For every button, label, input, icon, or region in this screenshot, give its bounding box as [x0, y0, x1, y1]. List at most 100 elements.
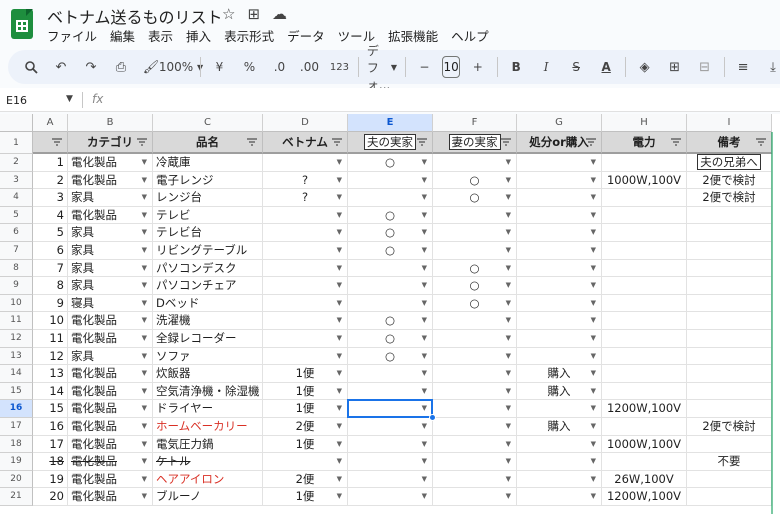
dropdown-arrow-icon[interactable]: ▼ — [337, 436, 342, 454]
cell-d[interactable]: ▼ — [263, 277, 348, 295]
dropdown-arrow-icon[interactable]: ▼ — [506, 488, 511, 506]
cell-a[interactable]: 17 — [33, 435, 68, 454]
dropdown-arrow-icon[interactable]: ▼ — [142, 295, 147, 313]
cell-h[interactable]: 1200W,100V — [602, 488, 687, 506]
cell-c[interactable]: テレビ — [153, 206, 263, 225]
cell-i[interactable] — [687, 259, 772, 278]
cell-a[interactable]: 1 — [33, 154, 68, 172]
dropdown-arrow-icon[interactable]: ▼ — [591, 400, 596, 418]
dropdown-arrow-icon[interactable]: ▼ — [142, 471, 147, 489]
star-icon[interactable]: ☆ — [222, 5, 235, 23]
dropdown-arrow-icon[interactable]: ▼ — [591, 365, 596, 383]
cell-i[interactable] — [687, 470, 772, 489]
cell-c[interactable]: ヘアアイロン — [153, 470, 263, 489]
cell-h[interactable]: 26W,100V — [602, 470, 687, 489]
dropdown-arrow-icon[interactable]: ▼ — [422, 207, 427, 225]
undo-icon[interactable]: ↶ — [50, 55, 72, 79]
dropdown-arrow-icon[interactable]: ▼ — [337, 224, 342, 242]
cell-g[interactable]: ▼ — [517, 330, 602, 348]
row-header[interactable]: 16 — [0, 400, 33, 418]
row-header[interactable]: 17 — [0, 418, 33, 436]
cell-h[interactable]: 1200W,100V — [602, 400, 687, 418]
cell-b[interactable]: 電化製品 ▼ — [68, 312, 153, 330]
cell-a[interactable]: 3 — [33, 189, 68, 207]
dropdown-arrow-icon[interactable]: ▼ — [142, 418, 147, 436]
spreadsheet-grid[interactable]: A B C D E F G H I 1 カテゴリ 品名 ベトナム 夫の実家 妻の実家 処分or購入 電力 備考 2 1… — [0, 114, 780, 514]
dropdown-arrow-icon[interactable]: ▼ — [142, 277, 147, 295]
cell-h[interactable] — [602, 154, 687, 172]
decrease-decimal-button[interactable]: .0 — [268, 55, 290, 79]
cell-b[interactable]: 家具 ▼ — [68, 242, 153, 260]
dropdown-arrow-icon[interactable]: ▼ — [591, 277, 596, 295]
cell-i[interactable] — [687, 206, 772, 225]
dropdown-arrow-icon[interactable]: ▼ — [337, 365, 342, 383]
cell-d[interactable]: 1便 ▼ — [263, 382, 348, 401]
cell-a[interactable]: 9 — [33, 294, 68, 313]
cell-d[interactable]: ▼ — [263, 206, 348, 225]
dropdown-arrow-icon[interactable]: ▼ — [591, 260, 596, 278]
cell-d[interactable]: 1便 ▼ — [263, 435, 348, 454]
cell-f[interactable]: ○ ▼ — [433, 189, 517, 207]
filter-icon[interactable] — [137, 138, 147, 146]
cell-c[interactable]: リビングテーブル — [153, 242, 263, 260]
cell-e[interactable]: ▼ — [348, 418, 433, 436]
dropdown-arrow-icon[interactable]: ▼ — [337, 471, 342, 489]
dropdown-arrow-icon[interactable]: ▼ — [142, 365, 147, 383]
dropdown-arrow-icon[interactable]: ▼ — [142, 207, 147, 225]
cell-b[interactable]: 電化製品 ▼ — [68, 365, 153, 383]
vertical-align-icon[interactable]: ⤓ — [762, 55, 780, 79]
dropdown-arrow-icon[interactable]: ▼ — [506, 277, 511, 295]
column-header-f[interactable]: F — [433, 114, 517, 132]
cell-e[interactable]: ▼ — [348, 488, 433, 506]
cell-g[interactable]: 購入 ▼ — [517, 418, 602, 436]
cell-g[interactable]: ▼ — [517, 312, 602, 330]
cell-a[interactable]: 8 — [33, 277, 68, 295]
column-header-b[interactable]: B — [68, 114, 153, 132]
row-header[interactable]: 8 — [0, 259, 33, 278]
row-header[interactable]: 1 — [0, 132, 33, 154]
text-color-button[interactable]: A — [595, 55, 617, 79]
cell-a[interactable]: 4 — [33, 206, 68, 225]
cell-e[interactable]: ○ ▼ — [348, 242, 433, 260]
cell-i[interactable] — [687, 435, 772, 454]
cell-e[interactable]: ▼ — [348, 277, 433, 295]
dropdown-arrow-icon[interactable]: ▼ — [422, 436, 427, 454]
dropdown-arrow-icon[interactable]: ▼ — [591, 348, 596, 366]
dropdown-arrow-icon[interactable]: ▼ — [591, 224, 596, 242]
cell-i[interactable]: 2便で検討 — [687, 418, 772, 436]
header-cell[interactable]: 備考 — [687, 132, 772, 154]
dropdown-arrow-icon[interactable]: ▼ — [506, 383, 511, 401]
cell-a[interactable]: 5 — [33, 224, 68, 242]
cell-c[interactable]: 冷蔵庫 — [153, 154, 263, 172]
header-cell[interactable]: 電力 — [602, 132, 687, 154]
cell-d[interactable]: 1便 ▼ — [263, 488, 348, 506]
cell-e[interactable]: ○ ▼ — [348, 224, 433, 242]
cell-g[interactable]: ▼ — [517, 435, 602, 454]
cell-f[interactable]: ▼ — [433, 347, 517, 366]
dropdown-arrow-icon[interactable]: ▼ — [506, 436, 511, 454]
cell-f[interactable]: ▼ — [433, 400, 517, 418]
move-folder-icon[interactable]: ⊞ — [247, 5, 260, 23]
sheets-logo-icon[interactable] — [11, 9, 33, 39]
cell-e[interactable]: ▼ — [348, 259, 433, 278]
cell-i[interactable] — [687, 277, 772, 295]
cell-d[interactable]: 1便 ▼ — [263, 365, 348, 383]
cell-h[interactable]: 1000W,100V — [602, 171, 687, 190]
menu-item[interactable]: 挿入 — [186, 26, 211, 45]
dropdown-arrow-icon[interactable]: ▼ — [506, 471, 511, 489]
cell-b[interactable]: 家具 ▼ — [68, 277, 153, 295]
dropdown-arrow-icon[interactable]: ▼ — [142, 400, 147, 418]
redo-icon[interactable]: ↷ — [80, 55, 102, 79]
cell-c[interactable]: 炊飯器 — [153, 365, 263, 383]
dropdown-arrow-icon[interactable]: ▼ — [142, 312, 147, 330]
cell-g[interactable]: ▼ — [517, 277, 602, 295]
dropdown-arrow-icon[interactable]: ▼ — [506, 453, 511, 471]
italic-button[interactable]: I — [535, 55, 557, 79]
filter-icon[interactable] — [52, 138, 62, 146]
cell-h[interactable] — [602, 206, 687, 225]
cell-h[interactable] — [602, 312, 687, 330]
cell-b[interactable]: 電化製品 ▼ — [68, 382, 153, 401]
dropdown-arrow-icon[interactable]: ▼ — [422, 471, 427, 489]
cell-h[interactable]: 1000W,100V — [602, 435, 687, 454]
dropdown-arrow-icon[interactable]: ▼ — [422, 383, 427, 401]
